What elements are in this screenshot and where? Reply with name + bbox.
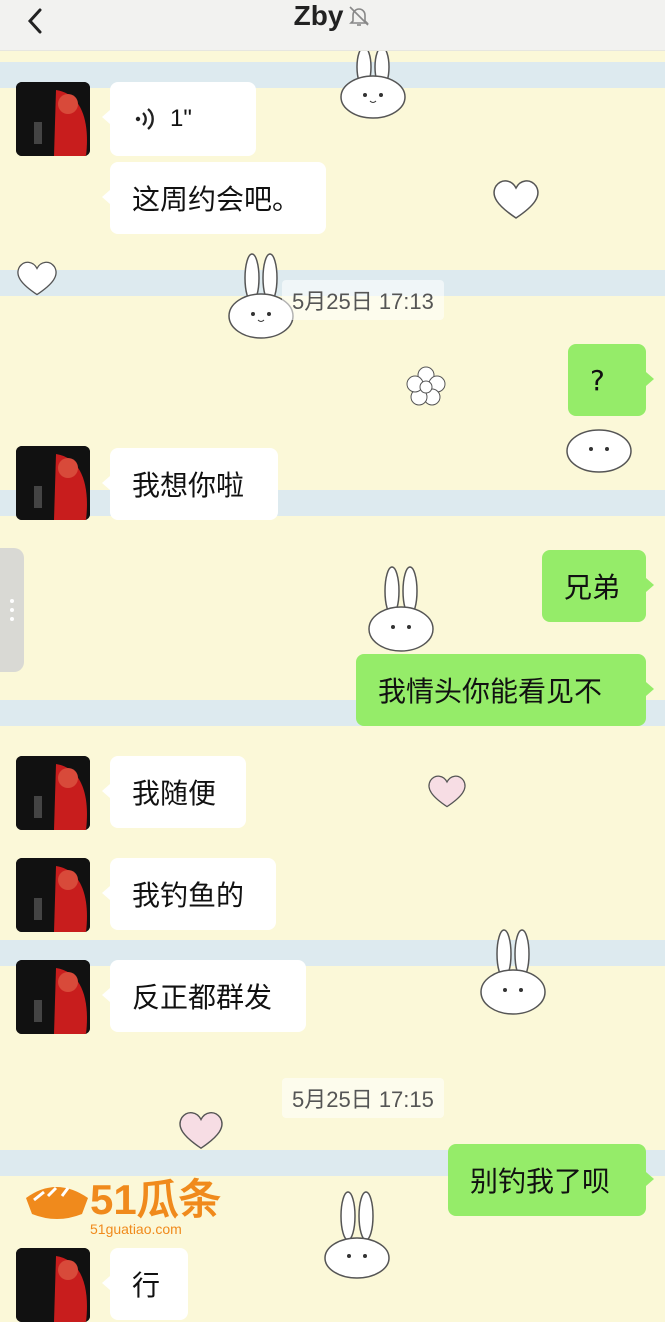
bunny-sticker-icon [368,566,434,652]
voice-message-bubble[interactable]: 1" [102,82,256,156]
avatar[interactable] [16,858,90,932]
message-bubble[interactable]: 反正都群发 [102,960,306,1032]
message-bubble[interactable]: 这周约会吧。 [102,162,326,234]
watermark-logo: 51瓜条 51guatiao.com [20,1172,230,1242]
bunny-sticker-icon [566,429,632,473]
heart-sticker-icon [17,261,57,296]
bunny-sticker-icon [480,929,546,1015]
wallpaper-stripe [0,940,665,966]
watermark-site: 51guatiao.com [90,1221,182,1237]
chat-header: Zby [0,0,665,51]
avatar[interactable] [16,1248,90,1322]
message-bubble[interactable]: 兄弟 [542,550,654,622]
heart-sticker-icon [428,775,466,808]
flower-sticker-icon [406,366,446,406]
message-bubble[interactable]: 我随便 [102,756,246,828]
message-bubble[interactable]: 别钓我了呗 [448,1144,654,1216]
bunny-sticker-icon [324,1191,390,1279]
message-bubble[interactable]: 我情头你能看见不 [356,654,654,726]
message-bubble[interactable]: ? [568,344,654,416]
heart-sticker-icon [179,1112,223,1150]
avatar[interactable] [16,960,90,1034]
message-bubble[interactable]: 我想你啦 [102,448,278,520]
voice-wave-icon [135,108,154,130]
timestamp: 5月25日 17:15 [282,1078,444,1118]
message-bubble[interactable]: 我钓鱼的 [102,858,276,930]
voice-duration: 1" [170,105,192,132]
watermark-name: 51瓜条 [90,1176,221,1223]
avatar[interactable] [16,446,90,520]
title-wrap: Zby [0,0,665,32]
side-drawer-handle[interactable] [0,548,24,672]
heart-sticker-icon [493,180,539,219]
wallpaper-stripe [0,490,665,516]
wallpaper-stripe [0,62,665,88]
page-title: Zby [293,0,344,31]
bunny-sticker-icon [340,46,406,119]
bell-off-icon [349,6,370,26]
avatar[interactable] [16,756,90,830]
avatar[interactable] [16,82,90,156]
message-bubble[interactable]: 行 [102,1248,188,1320]
timestamp: 5月25日 17:13 [282,280,444,320]
